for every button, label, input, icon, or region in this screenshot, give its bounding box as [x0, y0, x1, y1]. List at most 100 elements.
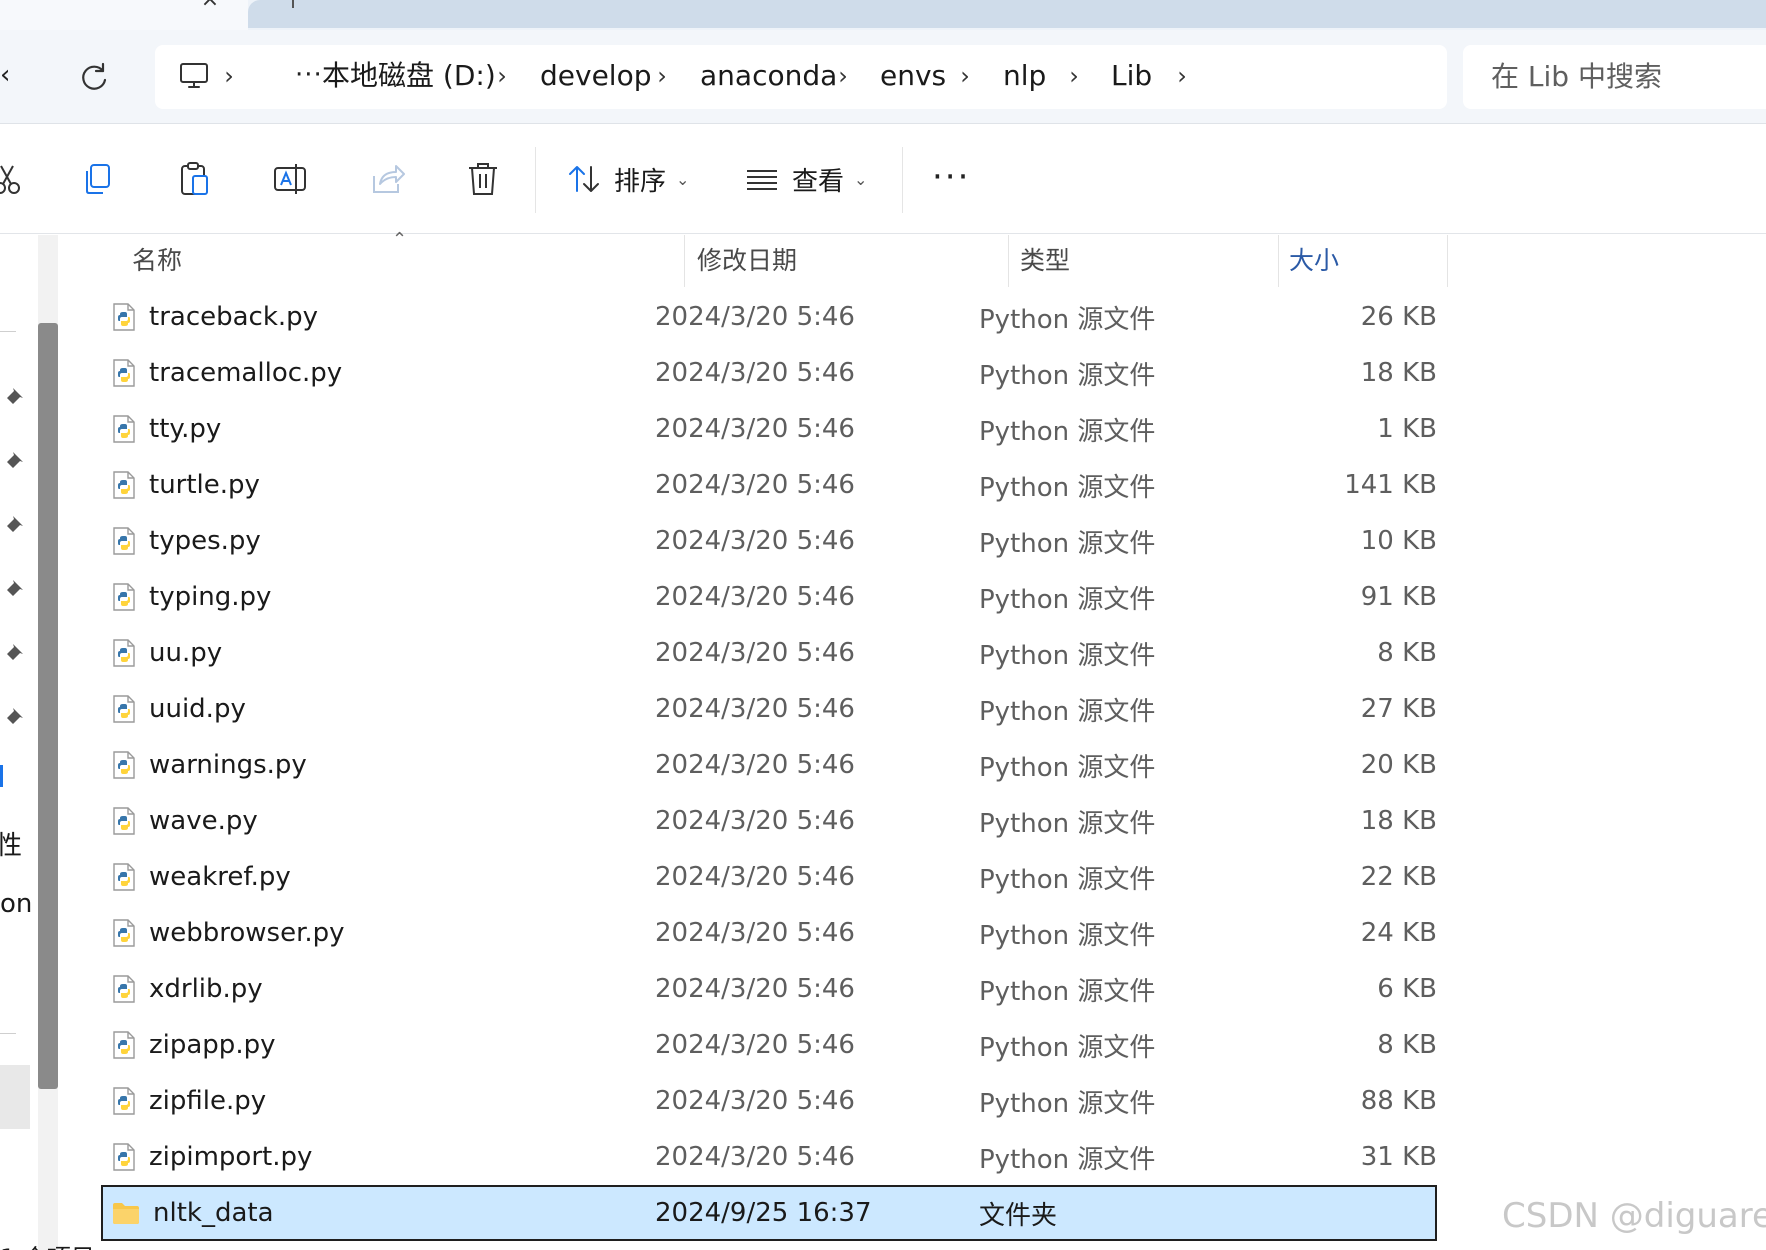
refresh-icon[interactable] — [72, 56, 116, 100]
column-header-name[interactable]: 名称 — [132, 235, 182, 287]
file-row[interactable]: turtle.py 2024/3/20 5:46 Python 源文件 141 KB — [101, 457, 1437, 513]
toolbar-divider — [902, 147, 903, 213]
file-row[interactable]: tracemalloc.py 2024/3/20 5:46 Python 源文件 18… — [101, 345, 1437, 401]
file-name-cell[interactable]: wave.py — [101, 793, 655, 849]
breadcrumb-item-anaconda[interactable]: anaconda — [700, 58, 837, 94]
paste-icon[interactable] — [174, 158, 216, 200]
file-modified: 2024/3/20 5:46 — [655, 862, 855, 892]
search-input[interactable]: 在 Lib 中搜索 — [1463, 45, 1766, 109]
file-modified: 2024/9/25 16:37 — [655, 1185, 979, 1241]
column-divider[interactable] — [684, 235, 685, 287]
column-header-modified[interactable]: 修改日期 — [697, 235, 797, 287]
file-name-cell[interactable]: uu.py — [101, 625, 655, 681]
breadcrumb-chevron-icon[interactable]: › — [652, 59, 672, 93]
folder-row[interactable]: nltk_data 2024/9/25 16:37 文件夹 — [101, 1185, 1437, 1241]
file-row[interactable]: zipapp.py 2024/3/20 5:46 Python 源文件 8 KB — [101, 1017, 1437, 1073]
file-name-wrap: uuid.py — [101, 694, 655, 724]
back-arrow-icon[interactable]: ‹ — [0, 60, 20, 90]
delete-icon[interactable] — [462, 158, 504, 200]
breadcrumb-chevron-icon[interactable]: › — [492, 59, 512, 93]
breadcrumb-overflow-button[interactable]: ··· — [295, 58, 323, 92]
view-button[interactable]: 查看 ⌄ — [744, 151, 867, 207]
file-row[interactable]: wave.py 2024/3/20 5:46 Python 源文件 18 KB — [101, 793, 1437, 849]
pin-icon[interactable] — [2, 383, 28, 409]
breadcrumb-chevron-icon[interactable]: › — [833, 59, 853, 93]
file-type: Python 源文件 — [979, 976, 1156, 1007]
tab-current[interactable]: × — [0, 0, 248, 30]
file-type: Python 源文件 — [979, 696, 1156, 727]
file-name-cell[interactable]: tracemalloc.py — [101, 345, 655, 401]
file-name-cell[interactable]: typing.py — [101, 569, 655, 625]
file-name-cell[interactable]: zipimport.py — [101, 1129, 655, 1185]
file-name-cell[interactable]: xdrlib.py — [101, 961, 655, 1017]
breadcrumb-chevron-icon[interactable]: › — [1064, 59, 1084, 93]
file-name-cell[interactable]: weakref.py — [101, 849, 655, 905]
column-header-type[interactable]: 类型 — [1020, 235, 1070, 287]
file-list: ⌃ 名称 修改日期 类型 大小 traceback.py 2024/3/20 5:… — [70, 229, 1766, 1250]
breadcrumb-chevron-icon[interactable]: › — [1172, 59, 1192, 93]
file-name: zipfile.py — [149, 1086, 267, 1116]
file-name-cell[interactable]: zipapp.py — [101, 1017, 655, 1073]
file-row[interactable]: webbrowser.py 2024/3/20 5:46 Python 源文件 24 … — [101, 905, 1437, 961]
breadcrumb-item-develop[interactable]: develop — [540, 58, 651, 94]
more-options-button[interactable]: ··· — [932, 151, 970, 203]
file-name-wrap: uu.py — [101, 638, 655, 668]
status-items-selected: 1 个项目 — [0, 1238, 95, 1250]
pin-icon[interactable] — [2, 447, 28, 473]
sort-button[interactable]: 排序 ⌄ — [566, 151, 689, 207]
file-row[interactable]: xdrlib.py 2024/3/20 5:46 Python 源文件 6 KB — [101, 961, 1437, 1017]
chevron-down-icon: ⌄ — [854, 169, 868, 189]
column-divider[interactable] — [1278, 235, 1279, 287]
copy-icon[interactable] — [78, 158, 120, 200]
file-size: 18 KB — [1360, 806, 1437, 836]
new-tab-plus-icon[interactable] — [292, 0, 294, 8]
file-name-cell[interactable]: nltk_data — [101, 1185, 655, 1241]
column-divider[interactable] — [1008, 235, 1009, 287]
file-row[interactable]: traceback.py 2024/3/20 5:46 Python 源文件 26 K… — [101, 289, 1437, 345]
breadcrumb-item-nlp[interactable]: nlp — [1003, 58, 1046, 94]
breadcrumb-chevron-icon[interactable]: › — [219, 59, 239, 93]
file-row[interactable]: warnings.py 2024/3/20 5:46 Python 源文件 20 KB — [101, 737, 1437, 793]
column-divider[interactable] — [1447, 235, 1448, 287]
file-row[interactable]: types.py 2024/3/20 5:46 Python 源文件 10 KB — [101, 513, 1437, 569]
share-icon[interactable] — [366, 158, 408, 200]
file-name-cell[interactable]: traceback.py — [101, 289, 655, 345]
file-row[interactable]: tty.py 2024/3/20 5:46 Python 源文件 1 KB — [101, 401, 1437, 457]
nav-item-label[interactable]: on — [0, 889, 32, 919]
breadcrumb-item-drive[interactable]: 本地磁盘 (D:) — [322, 58, 496, 94]
file-row[interactable]: typing.py 2024/3/20 5:46 Python 源文件 91 KB — [101, 569, 1437, 625]
file-name-cell[interactable]: tty.py — [101, 401, 655, 457]
pin-icon[interactable] — [2, 511, 28, 537]
file-name-cell[interactable]: webbrowser.py — [101, 905, 655, 961]
file-row[interactable]: zipimport.py 2024/3/20 5:46 Python 源文件 31 K… — [101, 1129, 1437, 1185]
tab-new[interactable] — [248, 0, 1766, 28]
breadcrumb-chevron-icon[interactable]: › — [955, 59, 975, 93]
pin-icon[interactable] — [2, 639, 28, 665]
file-row[interactable]: uuid.py 2024/3/20 5:46 Python 源文件 27 KB — [101, 681, 1437, 737]
nav-item-label[interactable]: 性 — [0, 825, 22, 862]
file-name-cell[interactable]: types.py — [101, 513, 655, 569]
file-row[interactable]: zipfile.py 2024/3/20 5:46 Python 源文件 88 KB — [101, 1073, 1437, 1129]
file-row[interactable]: uu.py 2024/3/20 5:46 Python 源文件 8 KB — [101, 625, 1437, 681]
file-size: 141 KB — [1344, 470, 1437, 500]
this-pc-icon[interactable] — [177, 59, 211, 93]
file-row[interactable]: weakref.py 2024/3/20 5:46 Python 源文件 22 KB — [101, 849, 1437, 905]
breadcrumb[interactable]: › ··· 本地磁盘 (D:) › develop › anaconda › e… — [155, 45, 1447, 109]
breadcrumb-item-envs[interactable]: envs — [880, 58, 946, 94]
breadcrumb-item-lib[interactable]: Lib — [1111, 58, 1152, 94]
cut-icon[interactable] — [0, 158, 28, 200]
nav-item-selected[interactable] — [0, 1065, 30, 1129]
file-name-cell[interactable]: turtle.py — [101, 457, 655, 513]
pin-icon[interactable] — [2, 703, 28, 729]
nav-scrollbar-thumb[interactable] — [38, 323, 58, 1089]
pin-icon[interactable] — [2, 575, 28, 601]
rename-icon[interactable] — [270, 158, 312, 200]
file-size: 88 KB — [1360, 1086, 1437, 1116]
file-name-cell[interactable]: zipfile.py — [101, 1073, 655, 1129]
file-type: Python 源文件 — [979, 472, 1156, 503]
file-name-cell[interactable]: warnings.py — [101, 737, 655, 793]
close-tab-icon[interactable]: × — [195, 0, 225, 12]
file-name-cell[interactable]: uuid.py — [101, 681, 655, 737]
column-header-size[interactable]: 大小 — [1289, 235, 1339, 287]
tab-strip: × — [0, 0, 1766, 30]
